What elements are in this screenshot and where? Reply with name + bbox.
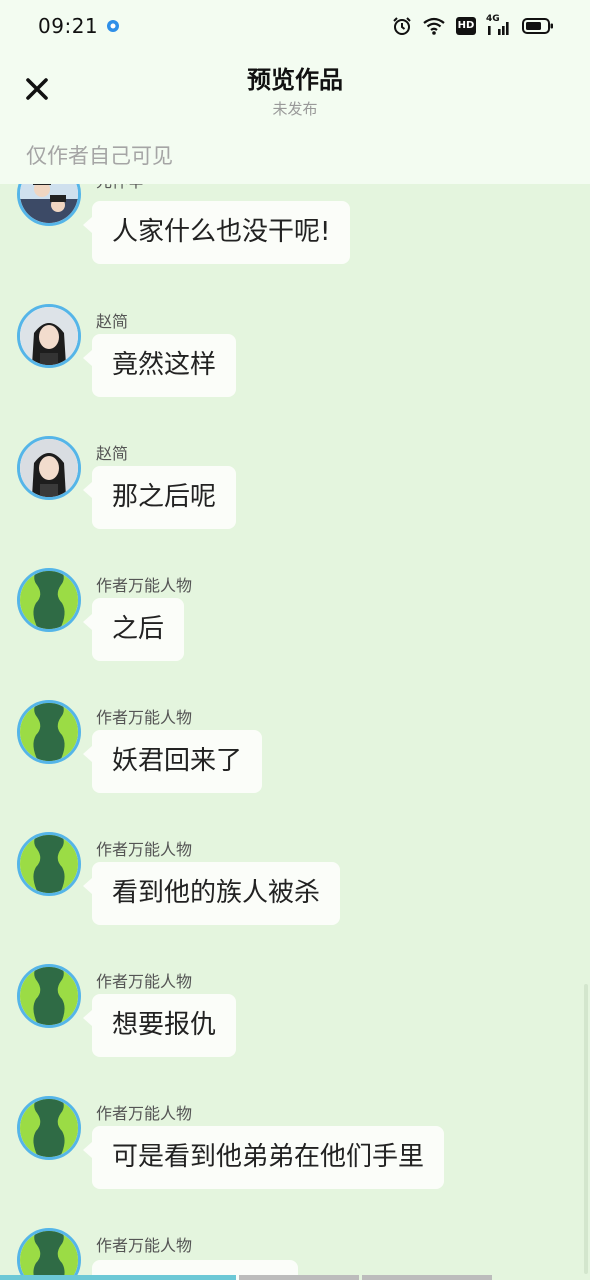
battery-icon (522, 18, 553, 34)
hd-label: HD (457, 20, 475, 31)
avatar[interactable] (17, 832, 81, 896)
status-icons: HD 4G (392, 14, 554, 38)
signal-icon: 4G (486, 14, 512, 36)
green-silhouette-avatar-icon (20, 967, 78, 1025)
avatar[interactable] (17, 1228, 81, 1280)
green-silhouette-avatar-icon (20, 835, 78, 893)
green-silhouette-avatar-icon (20, 703, 78, 761)
playback-progress-bar[interactable] (0, 1275, 590, 1280)
wifi-icon (423, 17, 445, 35)
message-item: 作者万能人物 可是看到他弟弟在他们手里 (0, 1096, 590, 1200)
scrollbar[interactable] (584, 984, 588, 1274)
top-bar: 09:21 HD 4G 预览作品 未发布 仅作者自己可见 (0, 0, 590, 184)
message-bubble[interactable]: 妖君回来了 (82, 730, 263, 793)
avatar[interactable] (17, 1096, 81, 1160)
hd-icon: HD (456, 17, 476, 35)
message-item: 赵简 竟然这样 (0, 304, 590, 408)
status-time: 09:21 (38, 14, 99, 38)
photo-avatar-icon (20, 439, 78, 497)
sender-name: 元仲辛 (96, 184, 144, 192)
message-bubble[interactable]: 之后 (82, 598, 185, 661)
sender-name: 赵简 (96, 312, 129, 331)
message-bubble[interactable]: 可是看到他弟弟在他们手里 (82, 1126, 445, 1189)
message-bubble[interactable]: 竟然这样 (82, 334, 237, 397)
photo-avatar-icon (20, 307, 78, 365)
sender-name: 作者万能人物 (96, 972, 193, 991)
message-bubble[interactable]: 那之后呢 (82, 466, 237, 529)
progress-remaining (239, 1275, 359, 1280)
green-silhouette-avatar-icon (20, 1231, 78, 1280)
status-bar: 09:21 HD 4G (0, 0, 590, 52)
progress-remaining (362, 1275, 492, 1280)
green-silhouette-avatar-icon (20, 1099, 78, 1157)
avatar[interactable] (17, 964, 81, 1028)
sender-name: 作者万能人物 (96, 1104, 193, 1123)
alarm-icon (393, 17, 411, 35)
avatar[interactable] (17, 436, 81, 500)
sender-name: 作者万能人物 (96, 840, 193, 859)
sender-name: 作者万能人物 (96, 576, 193, 595)
message-bubble[interactable]: 想要报仇 (82, 994, 237, 1057)
message-item: 元仲辛 人家什么也没干呢! (0, 184, 590, 276)
notification-dot-icon (107, 20, 119, 32)
sender-name: 作者万能人物 (96, 1236, 193, 1255)
photo-avatar-icon (20, 184, 78, 223)
message-item: 作者万能人物 想要报仇 (0, 964, 590, 1068)
message-bubble[interactable]: 人家什么也没干呢! (82, 201, 351, 264)
avatar[interactable] (17, 568, 81, 632)
avatar[interactable] (17, 700, 81, 764)
message-bubble[interactable]: 看到他的族人被杀 (82, 862, 341, 925)
page-title: 预览作品 (247, 66, 343, 94)
avatar[interactable] (17, 304, 81, 368)
message-item: 作者万能人物 看到他的族人被杀 (0, 832, 590, 936)
sender-name: 作者万能人物 (96, 708, 193, 727)
publish-status: 未发布 (272, 100, 318, 118)
message-feed[interactable]: 元仲辛 人家什么也没干呢! 赵简 竟然这样 赵简 那之后呢 (0, 184, 590, 1280)
message-item: 赵简 那之后呢 (0, 436, 590, 540)
sender-name: 赵简 (96, 444, 129, 463)
visibility-note: 仅作者自己可见 (26, 144, 173, 168)
progress-played (0, 1275, 236, 1280)
green-silhouette-avatar-icon (20, 571, 78, 629)
avatar[interactable] (17, 184, 81, 226)
message-item: 作者万能人物 (0, 1228, 590, 1280)
message-item: 作者万能人物 妖君回来了 (0, 700, 590, 804)
message-item: 作者万能人物 之后 (0, 568, 590, 672)
